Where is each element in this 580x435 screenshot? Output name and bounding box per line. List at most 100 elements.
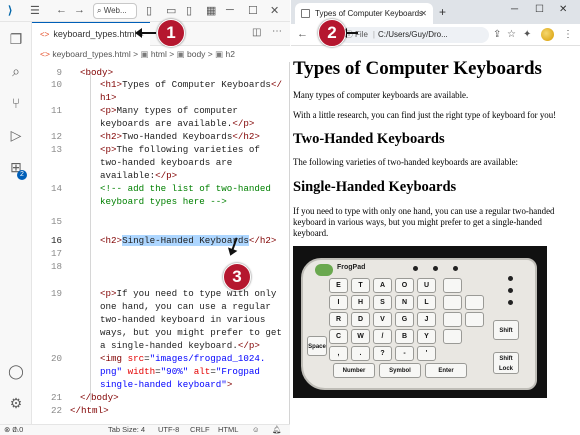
key: G [395, 312, 414, 327]
more-actions-icon[interactable]: ⋯ [272, 26, 282, 37]
key: C [329, 329, 348, 344]
settings-gear-icon[interactable]: ⚙ [7, 394, 25, 412]
vscode-window: ⟩ ☰ ← → ⌕ Web... ▯ ▭ ▯ ▦ ─ ☐ ✕ ❐ ⌕ ⑂ ▷ ⊞… [0, 0, 290, 435]
code-line-wrap: ways, but you might prefer to get [100, 327, 282, 338]
minimize-icon[interactable]: ─ [511, 4, 518, 15]
key-enter: Enter [425, 363, 467, 378]
code-line-wrap: two-handed keyboard in various [100, 314, 266, 325]
key-number: Number [333, 363, 375, 378]
callout-3: 3 [223, 263, 251, 291]
key-blank [443, 312, 462, 327]
code-line: <p>The following varieties of [100, 144, 260, 155]
element-icon: ▣ [140, 49, 149, 59]
tab-keyboard-types[interactable]: <>keyboard_types.html × [32, 22, 150, 46]
breadcrumb-html[interactable]: html [151, 49, 167, 59]
chrome-menu-icon[interactable]: ⋮ [563, 29, 573, 40]
code-line-wrap: single-handed keyboard"> [100, 379, 233, 390]
activity-bar: ❐ ⌕ ⑂ ▷ ⊞ 2 ◯ ⚙ [0, 22, 32, 424]
account-icon[interactable]: ◯ [7, 362, 25, 380]
breadcrumb-file[interactable]: keyboard_types.html [52, 49, 130, 59]
indicator-led [413, 266, 418, 271]
key: L [417, 295, 436, 310]
problems-indicator[interactable]: ⊗ 0 ⚠ 0 [4, 425, 23, 435]
back-arrow-icon[interactable]: ← [56, 4, 67, 16]
tab-size[interactable]: Tab Size: 4 [108, 425, 145, 435]
breadcrumb-h2[interactable]: h2 [226, 49, 235, 59]
search-icon[interactable]: ⌕ [7, 62, 25, 80]
code-line-current: <h2>Single-Handed Keyboards</h2> [100, 235, 277, 246]
code-editor[interactable]: 9 <body> 10 <h1>Types of Computer Keyboa… [32, 64, 290, 416]
browser-tab[interactable]: Types of Computer Keyboards ✕ [295, 3, 433, 24]
selected-text[interactable]: Single-Handed Keyboards [122, 235, 249, 246]
run-debug-icon[interactable]: ▷ [7, 126, 25, 144]
key: - [395, 346, 414, 361]
paragraph-varieties: The following varieties of two-handed ke… [293, 157, 518, 167]
key: R [329, 312, 348, 327]
breadcrumb-body[interactable]: body [187, 49, 205, 59]
split-editor-icon[interactable]: ◫ [252, 27, 261, 38]
line-number: 12 [50, 131, 62, 142]
extensions-badge: 2 [17, 170, 27, 180]
key: H [351, 295, 370, 310]
line-number: 17 [50, 248, 62, 259]
code-line-wrap: png" width="90%" alt="Frogpad [100, 366, 260, 377]
key: ? [373, 346, 392, 361]
encoding[interactable]: UTF-8 [158, 425, 179, 435]
end-of-line[interactable]: CRLF [190, 425, 210, 435]
close-icon[interactable]: ✕ [270, 4, 279, 17]
notifications-bell-icon[interactable]: 🔔︎ [272, 425, 282, 435]
explorer-icon[interactable]: ❐ [7, 30, 25, 48]
code-line: <img src="images/frogpad_1024. [100, 353, 266, 364]
key-symbol: Symbol [379, 363, 421, 378]
key: W [351, 329, 370, 344]
code-line: </body> [80, 392, 119, 403]
customize-layout-icon[interactable]: ▦ [206, 4, 216, 17]
command-center-search[interactable]: ⌕ Web... [93, 3, 137, 19]
callout-arrow [135, 28, 156, 38]
code-line-wrap: two-handed keyboards are [100, 157, 233, 168]
feedback-icon[interactable]: ☺ [252, 425, 260, 435]
key: ' [417, 346, 436, 361]
layout-panel-icon[interactable]: ▭ [166, 4, 176, 17]
layout-sidebar-icon[interactable]: ▯ [146, 4, 152, 17]
new-tab-icon[interactable]: + [439, 5, 446, 19]
code-line: </html> [70, 405, 109, 416]
share-icon[interactable]: ⇪ [493, 29, 501, 40]
key: J [417, 312, 436, 327]
minimize-icon[interactable]: ─ [226, 4, 234, 16]
close-icon[interactable]: ✕ [559, 4, 567, 15]
key: D [351, 312, 370, 327]
keyboard-body: FrogPad E T A O U I H S N L R D V G J C … [301, 258, 537, 390]
line-number: 22 [50, 405, 62, 416]
key-blank [465, 312, 484, 327]
source-control-icon[interactable]: ⑂ [7, 94, 25, 112]
maximize-icon[interactable]: ☐ [248, 4, 258, 17]
bookmark-star-icon[interactable]: ☆ [507, 29, 516, 40]
element-icon: ▣ [176, 49, 185, 59]
key-blank [443, 295, 462, 310]
code-comment-wrap: keyboard types here --> [100, 196, 227, 207]
layout-secondary-icon[interactable]: ▯ [186, 4, 192, 17]
key-blank [465, 295, 484, 310]
tab-label: keyboard_types.html [53, 29, 137, 39]
back-arrow-icon[interactable]: ← [297, 28, 308, 40]
key: N [395, 295, 414, 310]
restore-icon[interactable]: ☐ [535, 4, 544, 15]
menu-icon[interactable]: ☰ [30, 4, 40, 17]
profile-avatar[interactable] [541, 28, 554, 41]
language-mode[interactable]: HTML [218, 425, 238, 435]
key: . [351, 346, 370, 361]
extensions-puzzle-icon[interactable]: ✦ [523, 29, 531, 40]
search-label: Web... [103, 6, 127, 15]
forward-arrow-icon[interactable]: → [74, 4, 85, 16]
frogpad-keyboard-image: FrogPad E T A O U I H S N L R D V G J C … [293, 246, 547, 398]
code-line: <p>Many types of computer [100, 105, 238, 116]
indicator-led [453, 266, 458, 271]
browser-tab-close-icon[interactable]: ✕ [420, 3, 427, 24]
error-count: 0 [12, 425, 17, 434]
key: E [329, 278, 348, 293]
line-number: 15 [50, 216, 62, 227]
line-number: 21 [50, 392, 62, 403]
key: B [395, 329, 414, 344]
address-bar[interactable]: ⓘ File | C:/Users/Guy/Dro... [339, 27, 489, 43]
